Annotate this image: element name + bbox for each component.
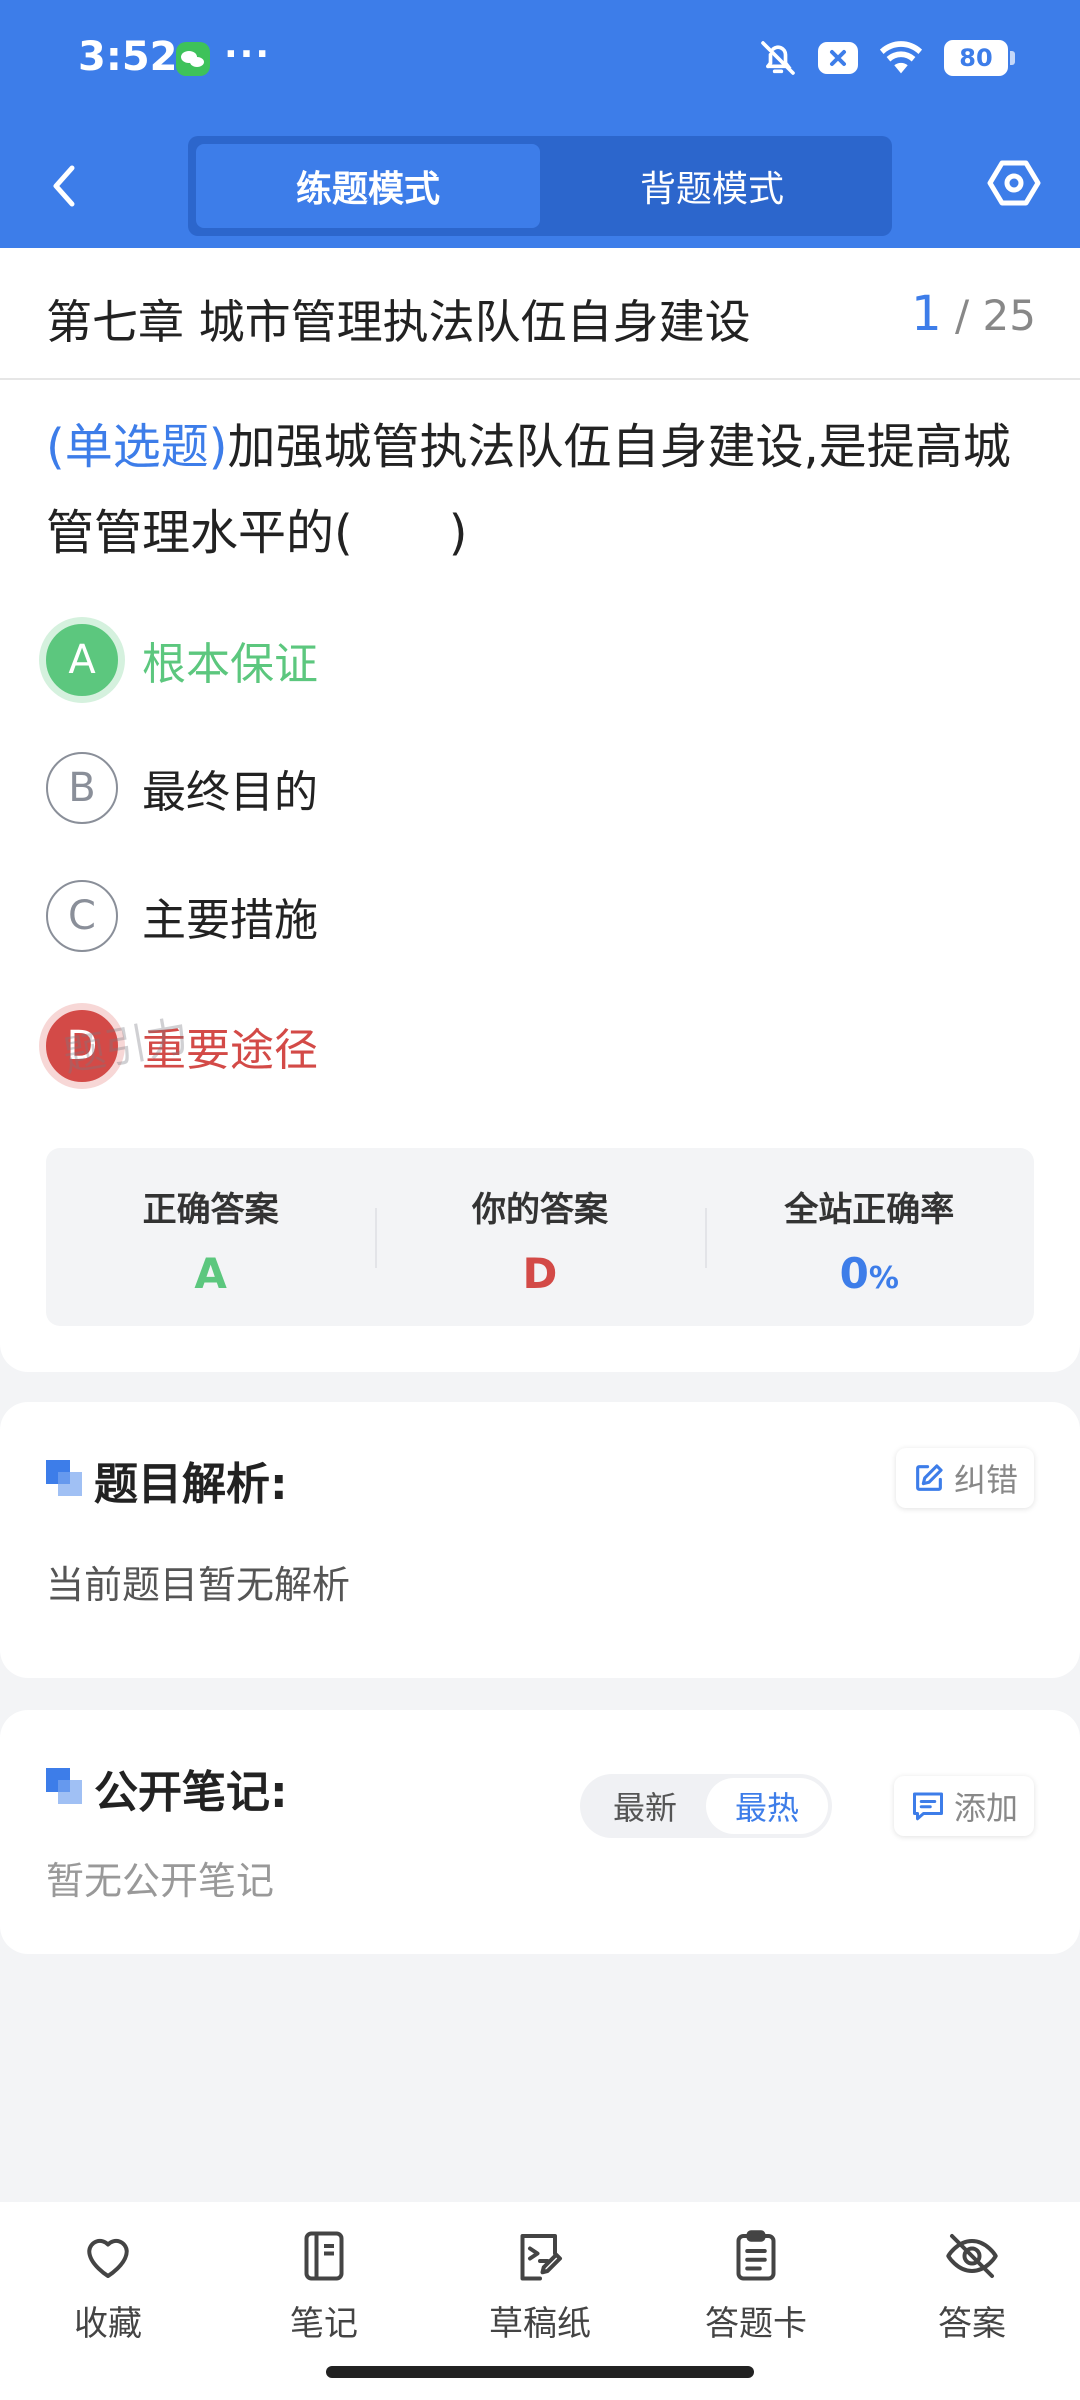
mode-tabs: 练题模式 背题模式 — [188, 136, 892, 236]
option-letter: C — [46, 880, 118, 952]
correct-answer-value: A — [194, 1249, 227, 1298]
answer-stats-panel: 正确答案 A 你的答案 D 全站正确率 0% — [46, 1148, 1034, 1326]
add-note-button[interactable]: 添加 — [893, 1776, 1034, 1836]
accuracy-value: 0% — [705, 1249, 1034, 1298]
battery-indicator: 80 — [944, 40, 1015, 76]
favorite-label: 收藏 — [74, 2304, 142, 2344]
settings-button[interactable] — [986, 155, 1042, 211]
chevron-left-icon — [53, 165, 75, 207]
chapter-row: 第七章 城市管理执法队伍自身建设 1 / 25 — [0, 248, 1080, 380]
option-text: 根本保证 — [142, 639, 318, 690]
section-square-icon — [46, 1460, 82, 1496]
option-letter: A — [46, 624, 118, 696]
heart-icon — [87, 2238, 129, 2278]
edit-icon — [916, 1464, 943, 1491]
status-time: 3:52 — [78, 34, 178, 80]
report-error-button[interactable]: 纠错 — [895, 1448, 1034, 1508]
option-letter: B — [46, 752, 118, 824]
report-error-label: 纠错 — [953, 1461, 1018, 1499]
analysis-title: 题目解析: — [94, 1459, 288, 1510]
accuracy-number: 0 — [839, 1249, 869, 1298]
notes-label: 笔记 — [290, 2304, 358, 2344]
sort-hottest[interactable]: 最热 — [706, 1778, 828, 1834]
status-icons: 80 — [758, 38, 1015, 78]
settings-hexagon-icon — [987, 160, 1041, 206]
option-text: 最终目的 — [142, 767, 318, 818]
public-notes-card: 公开笔记: 最新 最热 添加 暂无公开笔记 — [0, 1710, 1080, 1954]
analysis-text: 当前题目暂无解析 — [46, 1563, 351, 1607]
notebook-icon — [304, 2231, 344, 2281]
answer-sheet-label: 答题卡 — [705, 2304, 807, 2344]
option-text: 主要措施 — [142, 895, 318, 946]
accuracy-stat: 全站正确率 0% — [704, 1148, 1034, 1326]
comment-icon — [912, 1792, 943, 1821]
your-answer-label: 你的答案 — [471, 1190, 608, 1230]
eye-off-icon — [946, 2234, 998, 2278]
option-c[interactable]: C 主要措施 — [46, 878, 318, 954]
answer-sheet-icon — [736, 2230, 776, 2281]
draft-paper-icon — [520, 2234, 562, 2281]
more-notifications-icon: ··· — [224, 34, 272, 75]
question-card: 第七章 城市管理执法队伍自身建设 1 / 25 (单选题)加强城管执法队伍自身建… — [0, 248, 1080, 1372]
question-stem: (单选题)加强城管执法队伍自身建设,是提高城管管理水平的( ) — [46, 404, 1040, 576]
question-counter: 1 / 25 — [911, 286, 1036, 342]
chapter-title: 第七章 城市管理执法队伍自身建设 — [46, 295, 751, 349]
question-type: (单选题) — [46, 419, 228, 475]
your-answer-value: D — [522, 1249, 558, 1298]
wifi-icon — [879, 41, 923, 74]
accuracy-unit: % — [868, 1261, 899, 1296]
section-square-icon — [46, 1768, 82, 1804]
notes-sort-toggle: 最新 最热 — [580, 1774, 832, 1838]
correct-answer-stat: 正确答案 A — [46, 1148, 375, 1326]
back-button[interactable] — [42, 158, 86, 214]
tab-practice-mode[interactable]: 练题模式 — [196, 144, 540, 228]
top-header: 3:52 ··· 80 练题模式 背题模式 — [0, 0, 1080, 248]
home-indicator[interactable] — [326, 2366, 754, 2378]
option-a[interactable]: A 根本保证 — [46, 622, 318, 698]
draft-paper-label: 草稿纸 — [489, 2304, 591, 2344]
add-note-label: 添加 — [953, 1789, 1018, 1827]
close-notification-icon — [818, 42, 858, 74]
sort-latest[interactable]: 最新 — [584, 1778, 706, 1834]
notes-title: 公开笔记: — [94, 1767, 288, 1818]
your-answer-stat: 你的答案 D — [375, 1148, 704, 1326]
current-question-number: 1 — [911, 286, 942, 342]
option-b[interactable]: B 最终目的 — [46, 750, 318, 826]
total-questions: / 25 — [955, 291, 1036, 340]
favorite-button[interactable]: 收藏 — [0, 2202, 216, 2400]
bell-off-icon — [761, 41, 795, 75]
wechat-icon — [176, 42, 210, 76]
status-bar: 3:52 ··· 80 — [0, 0, 1080, 118]
analysis-card: 题目解析: 纠错 当前题目暂无解析 — [0, 1402, 1080, 1678]
show-answer-button[interactable]: 答案 — [864, 2202, 1080, 2400]
correct-answer-label: 正确答案 — [142, 1190, 279, 1230]
show-answer-label: 答案 — [938, 2304, 1006, 2344]
notes-empty-text: 暂无公开笔记 — [46, 1859, 275, 1903]
tab-memorize-mode[interactable]: 背题模式 — [540, 144, 884, 228]
accuracy-label: 全站正确率 — [784, 1190, 955, 1230]
